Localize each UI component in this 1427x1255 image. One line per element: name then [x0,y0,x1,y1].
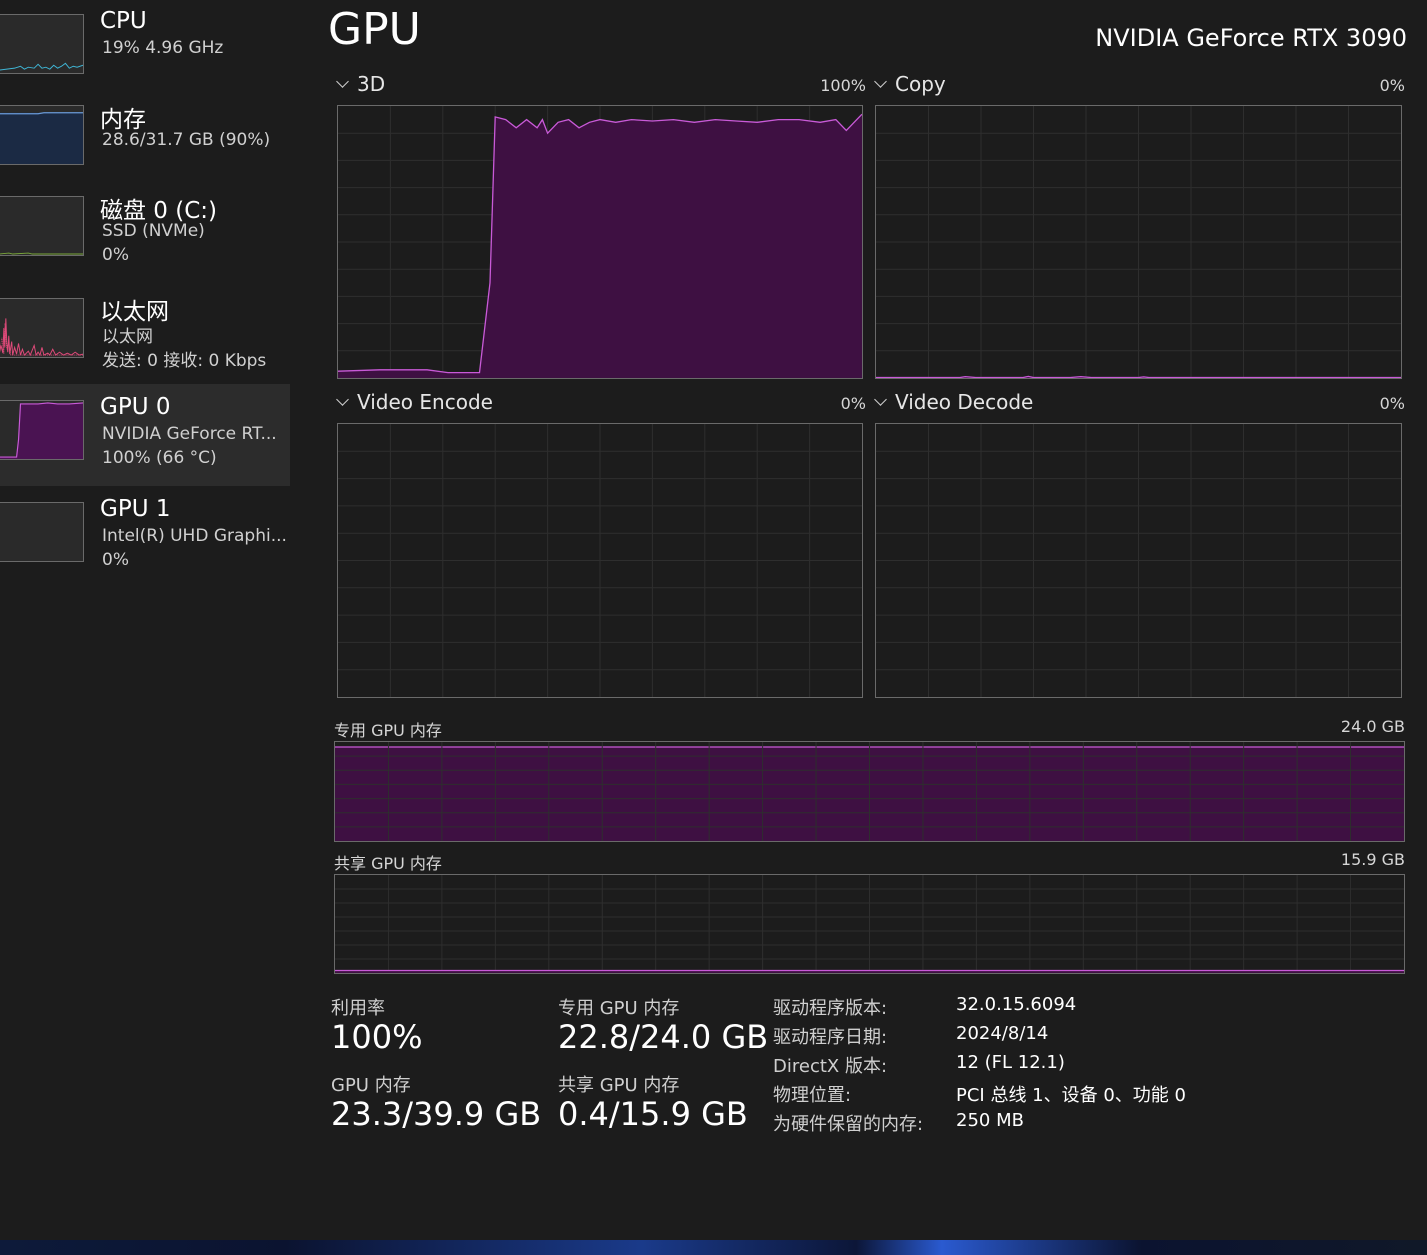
sidebar-item-gpu0[interactable]: GPU 0 NVIDIA GeForce RT... 100% (66 °C) [0,384,290,486]
physical-location-key: 物理位置: [773,1085,852,1106]
engine-percent: 100% [820,76,866,95]
engine-percent: 0% [840,394,866,413]
engine-selector-copy[interactable]: Copy [874,72,946,96]
directx-version-key: DirectX 版本: [773,1056,888,1077]
engine-name: Video Encode [357,390,493,414]
shared-mem-label: 共享 GPU 内存 [558,1075,680,1096]
sidebar-item-title: 内存 [100,107,146,133]
sidebar-item-value: 发送: 0 接收: 0 Kbps [102,351,267,371]
graph-svg [335,875,1404,973]
sidebar-item-title: 以太网 [100,299,169,325]
sidebar-item-subtitle: SSD (NVMe) [102,221,205,241]
dedicated-memory-label: 专用 GPU 内存 [334,721,442,740]
sidebar-item-title: GPU 1 [100,496,171,522]
disk-thumbnail-graph [0,196,84,256]
chevron-down-icon [336,393,349,406]
page-title: GPU [328,4,421,55]
sidebar-item-title: GPU 0 [100,394,171,420]
shared-mem-value: 0.4/15.9 GB [558,1095,748,1133]
gpu1-thumbnail-graph [0,502,84,562]
memory-thumbnail-graph [0,105,84,165]
cpu-thumbnail-graph [0,14,84,74]
graph-svg [338,106,862,378]
sidebar-item-subtitle: 19% 4.96 GHz [102,38,224,58]
gpu-mem-value: 23.3/39.9 GB [331,1095,542,1133]
sidebar-item-value: 0% [102,550,129,570]
engine-graph-video-decode [875,423,1402,698]
sidebar-item-subtitle: 28.6/31.7 GB (90%) [102,130,271,150]
series-area [338,114,862,378]
driver-date-value: 2024/8/14 [956,1023,1049,1044]
sidebar-item-gpu1[interactable]: GPU 1 Intel(R) UHD Graphi... 0% [0,486,290,586]
reserved-memory-key: 为硬件保留的内存: [773,1114,924,1135]
graph-svg [338,424,862,697]
utilization-label: 利用率 [331,998,385,1019]
graph-svg [876,106,1401,378]
chevron-down-icon [336,75,349,88]
sidebar-item-value: 0% [102,245,129,265]
engine-name: Video Decode [895,390,1034,414]
engine-percent: 0% [1379,394,1405,413]
gpu0-thumbnail-graph [0,400,84,460]
driver-date-key: 驱动程序日期: [773,1027,888,1048]
taskbar [0,1240,1427,1255]
sidebar-item-disk[interactable]: 磁盘 0 (C:) SSD (NVMe) 0% [0,183,290,283]
engine-selector-3d[interactable]: 3D [336,72,386,96]
graph-svg [876,424,1401,697]
sidebar-item-subtitle: 以太网 [102,327,153,347]
engine-selector-video-encode[interactable]: Video Encode [336,390,493,414]
shared-memory-max: 15.9 GB [1340,850,1405,869]
engine-name: 3D [357,72,386,96]
chevron-down-icon [874,393,887,406]
physical-location-value: PCI 总线 1、设备 0、功能 0 [956,1085,1186,1106]
ethernet-thumbnail-graph [0,298,84,358]
sidebar-item-title: CPU [100,8,147,34]
dedicated-memory-max: 24.0 GB [1340,717,1405,736]
shared-memory-label: 共享 GPU 内存 [334,854,442,873]
sidebar-item-title: 磁盘 0 (C:) [100,198,218,224]
engine-percent: 0% [1379,76,1405,95]
device-name: NVIDIA GeForce RTX 3090 [1095,24,1407,52]
dedicated-memory-graph [334,741,1405,842]
engine-graph-3d [337,105,863,379]
dedicated-mem-label: 专用 GPU 内存 [558,998,680,1019]
sidebar-item-subtitle: NVIDIA GeForce RT... [102,424,277,444]
engine-name: Copy [895,72,946,96]
directx-version-value: 12 (FL 12.1) [956,1052,1065,1073]
gpu-mem-label: GPU 内存 [331,1075,411,1096]
sidebar-item-ethernet[interactable]: 以太网 以太网 发送: 0 接收: 0 Kbps [0,284,290,384]
utilization-value: 100% [331,1018,423,1056]
sidebar: CPU 19% 4.96 GHz 内存 28.6/31.7 GB (90%) 磁… [0,0,290,1240]
dedicated-mem-value: 22.8/24.0 GB [558,1018,769,1056]
driver-version-value: 32.0.15.6094 [956,994,1077,1015]
graph-svg [335,742,1404,841]
chevron-down-icon [874,75,887,88]
reserved-memory-value: 250 MB [956,1110,1024,1131]
sidebar-item-subtitle: Intel(R) UHD Graphi... [102,526,287,546]
driver-version-key: 驱动程序版本: [773,998,888,1019]
shared-memory-graph [334,874,1405,974]
sidebar-item-value: 100% (66 °C) [102,448,217,468]
engine-graph-video-encode [337,423,863,698]
sidebar-item-cpu[interactable]: CPU 19% 4.96 GHz [0,0,290,100]
engine-graph-copy [875,105,1402,379]
engine-selector-video-decode[interactable]: Video Decode [874,390,1034,414]
sidebar-item-memory[interactable]: 内存 28.6/31.7 GB (90%) [0,92,290,192]
